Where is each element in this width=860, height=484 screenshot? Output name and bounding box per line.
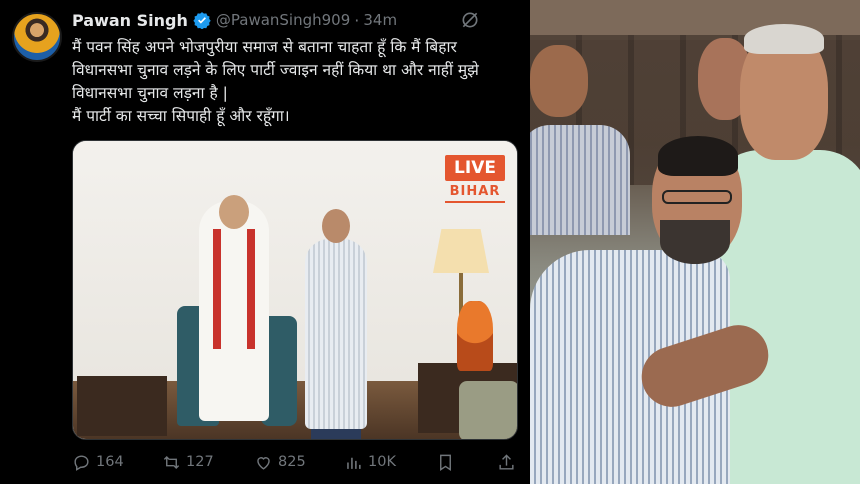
- photo-side-table: [77, 376, 167, 436]
- photo-man-grey-hair: [744, 24, 824, 54]
- tweet-header: Pawan Singh @PawanSingh909 · 34m: [72, 9, 397, 31]
- photo-man-face: [530, 45, 588, 117]
- repost-icon: [163, 455, 180, 469]
- like-icon: [257, 456, 270, 470]
- verified-badge-icon: [193, 12, 211, 29]
- photo-person-white-kurta: [199, 195, 269, 421]
- watermark-live: LIVE: [445, 155, 505, 181]
- photo-person-head: [219, 195, 249, 229]
- like-button[interactable]: 825: [254, 450, 306, 474]
- tweet-media-photo[interactable]: LIVE BIHAR: [72, 140, 518, 440]
- repost-count: 127: [186, 454, 214, 470]
- photo-beard: [660, 220, 730, 264]
- photo-person-jeans: [311, 429, 361, 439]
- photo-man-glasses: [530, 136, 760, 484]
- live-bihar-watermark: LIVE BIHAR: [445, 155, 505, 203]
- repost-button[interactable]: 127: [162, 450, 214, 474]
- photo-man-hair: [658, 136, 738, 176]
- views-icon: [347, 457, 361, 469]
- photo-person-striped-shirt: [305, 209, 367, 439]
- like-count: 825: [278, 454, 306, 470]
- tweet-timestamp[interactable]: 34m: [363, 11, 397, 29]
- share-button[interactable]: [497, 450, 521, 474]
- photo-red-scarf: [213, 229, 255, 349]
- share-icon: [499, 453, 514, 470]
- side-photo: [530, 0, 860, 484]
- author-avatar[interactable]: [12, 12, 62, 62]
- photo-idol: [457, 301, 493, 371]
- photo-sofa: [459, 381, 517, 439]
- tweet-panel: Pawan Singh @PawanSingh909 · 34m मैं पवन…: [0, 0, 530, 484]
- views-button[interactable]: 10K: [344, 450, 396, 474]
- tweet-text: मैं पवन सिंह अपने भोजपुरीया समाज से बतान…: [72, 36, 512, 128]
- tweet-text-line: मैं पवन सिंह अपने भोजपुरीया समाज से बतान…: [72, 38, 457, 56]
- bookmark-button[interactable]: [436, 450, 460, 474]
- bookmark-icon: [440, 454, 451, 471]
- tweet-text-line: विधानसभा चुनाव लड़ने के लिए पार्टी ज्वाइ…: [72, 61, 479, 79]
- header-separator: ·: [354, 10, 360, 30]
- photo-glasses: [662, 190, 732, 204]
- reply-count: 164: [96, 454, 124, 470]
- tweet-actions-bar: 164 127 825 10K: [72, 450, 518, 474]
- reply-icon: [74, 454, 89, 471]
- tweet-text-line: विधानसभा चुनाव लड़ना है |: [72, 84, 228, 102]
- grok-icon[interactable]: [460, 10, 480, 30]
- author-display-name[interactable]: Pawan Singh: [72, 11, 188, 30]
- photo-lamp-shade: [433, 229, 489, 273]
- watermark-underline: [445, 201, 505, 203]
- reply-button[interactable]: 164: [72, 450, 124, 474]
- author-handle[interactable]: @PawanSingh909: [216, 11, 350, 29]
- photo-person-head: [322, 209, 350, 243]
- views-count: 10K: [368, 454, 396, 470]
- tweet-text-line: मैं पार्टी का सच्चा सिपाही हूँ और रहूँगा…: [72, 107, 290, 125]
- watermark-bihar: BIHAR: [449, 184, 501, 199]
